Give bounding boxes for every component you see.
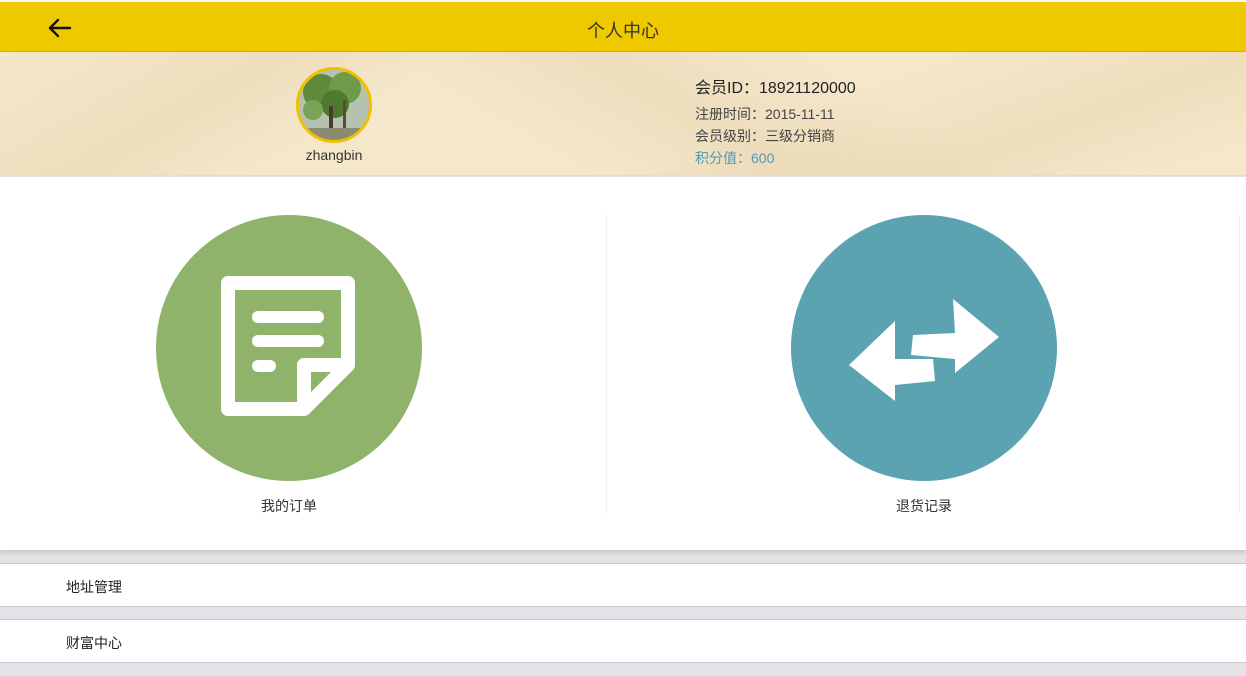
order-document-icon — [156, 215, 422, 481]
menu-item-label: 地址管理 — [66, 579, 122, 595]
tile-label-my-orders: 我的订单 — [261, 498, 317, 514]
tile-return-records[interactable]: 退货记录 — [606, 215, 1240, 514]
tile-label-return-records: 退货记录 — [896, 498, 952, 514]
menu-item-address[interactable]: 地址管理 — [0, 563, 1246, 607]
menu-item-wealth[interactable]: 财富中心 — [0, 619, 1246, 663]
member-level: 会员级别：三级分销商 — [695, 128, 835, 144]
menu-item-label: 财富中心 — [66, 635, 122, 651]
register-date: 注册时间：2015-11-11 — [695, 106, 835, 122]
avatar[interactable] — [296, 67, 372, 143]
member-id: 会员ID：18921120000 — [695, 80, 856, 97]
top-bar: 个人中心 — [0, 0, 1246, 52]
feature-tiles: 我的订单 退货记录 — [0, 177, 1246, 550]
page-title: 个人中心 — [587, 21, 659, 41]
swap-arrows-icon — [791, 215, 1057, 481]
profile-header: zhangbin 会员ID：18921120000 注册时间：2015-11-1… — [0, 52, 1246, 176]
avatar-photo — [299, 70, 369, 140]
points-value: 积分值：600 — [695, 150, 775, 166]
tile-my-orders[interactable]: 我的订单 — [0, 215, 606, 514]
username: zhangbin — [305, 147, 363, 163]
